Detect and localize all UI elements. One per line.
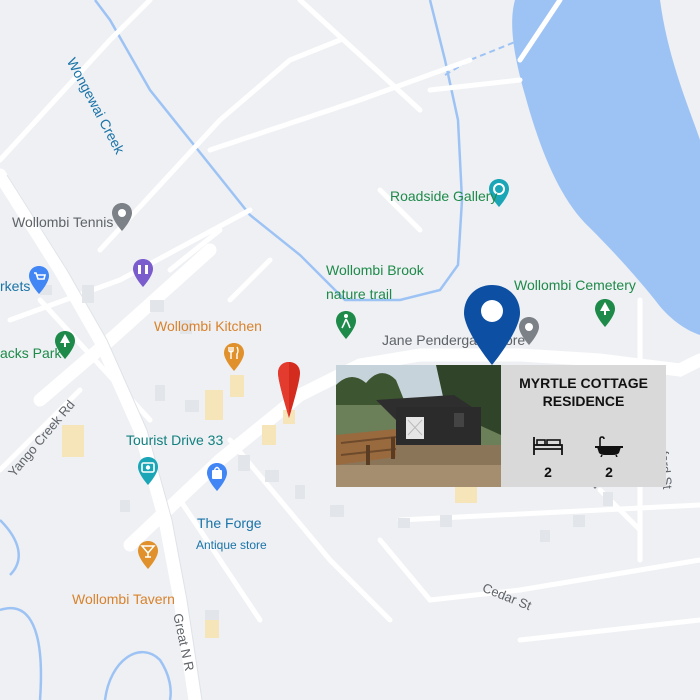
wollombi-tavern-label[interactable]: Wollombi Tavern: [72, 591, 175, 607]
the-forge-category: Antique store: [196, 538, 267, 552]
listing-title-line-2: RESIDENCE: [542, 393, 625, 409]
bathrooms-count: 2: [605, 464, 613, 480]
the-forge-label[interactable]: The Forge: [197, 515, 262, 531]
tree-icon[interactable]: [594, 298, 616, 328]
location-icon[interactable]: [111, 202, 133, 232]
wollombi-kitchen-label[interactable]: Wollombi Kitchen: [154, 318, 262, 334]
red-pin-icon[interactable]: [276, 360, 302, 420]
listing-info: MYRTLE COTTAGE RESIDENCE 2 2: [501, 365, 666, 487]
bathtub-icon: [595, 436, 623, 458]
wollombi-cemetery-label[interactable]: Wollombi Cemetery: [514, 277, 636, 293]
nature-trail-label[interactable]: nature trail: [326, 286, 392, 302]
bathrooms-stat: 2: [589, 435, 629, 480]
listing-title: MYRTLE COTTAGE RESIDENCE: [501, 374, 666, 410]
hiking-icon[interactable]: [335, 310, 357, 340]
cocktail-icon[interactable]: [137, 540, 159, 570]
restroom-icon[interactable]: [132, 258, 154, 288]
markets-label[interactable]: rkets: [0, 278, 30, 294]
listing-title-line-1: MYRTLE COTTAGE: [519, 375, 648, 391]
listing-card[interactable]: MYRTLE COTTAGE RESIDENCE 2 2: [336, 365, 666, 487]
wollombi-tennis-label[interactable]: Wollombi Tennis: [12, 214, 113, 230]
bedrooms-stat: 2: [528, 435, 568, 480]
packs-park-label[interactable]: acks Park: [0, 345, 61, 361]
property-pin-icon[interactable]: [462, 283, 522, 368]
camera-icon[interactable]: [137, 456, 159, 486]
shopping-cart-icon[interactable]: [28, 265, 50, 295]
fork-knife-icon[interactable]: [223, 342, 245, 372]
property-photo: [336, 365, 501, 487]
shopping-bag-icon[interactable]: [206, 462, 228, 492]
bed-icon: [533, 437, 563, 455]
bedrooms-count: 2: [544, 464, 552, 480]
tourist-drive-label[interactable]: Tourist Drive 33: [126, 432, 223, 448]
roadside-gallery-label[interactable]: Roadside Gallery: [390, 188, 497, 204]
wollombi-brook-label[interactable]: Wollombi Brook: [326, 262, 424, 278]
map-canvas[interactable]: Wongewai Creek Roadside Gallery Wollombi…: [0, 0, 700, 700]
